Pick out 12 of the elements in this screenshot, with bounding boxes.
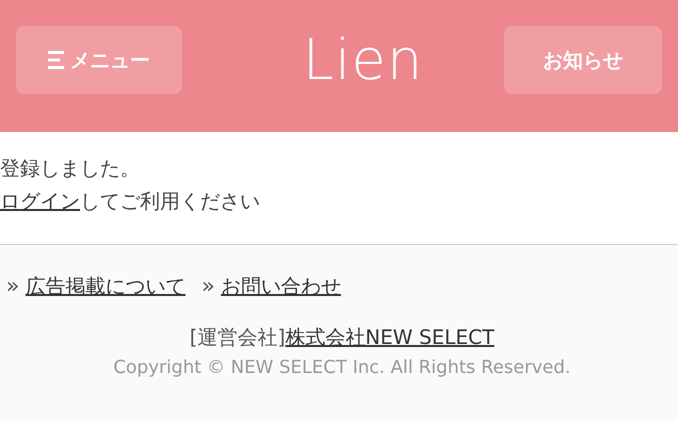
message-text: 登録しました。 [0, 155, 141, 182]
login-instruction: ログイン してご利用ください [0, 188, 261, 215]
login-link[interactable]: ログイン [0, 189, 80, 213]
footer-link[interactable]: お問い合わせ [220, 273, 341, 300]
chevron-icon: » [6, 274, 20, 299]
footer-link[interactable]: 広告掲載について [25, 273, 186, 300]
company-link[interactable]: 株式会社NEW SELECT [285, 325, 494, 349]
copyright-text: Copyright © NEW SELECT Inc. All Rights Reserved. [113, 357, 571, 378]
logo: Lien [302, 28, 424, 92]
chevron-icon: » [201, 274, 215, 299]
menu-icon [48, 50, 64, 70]
operator-line: [運営会社]株式会社NEW SELECT [190, 325, 494, 349]
